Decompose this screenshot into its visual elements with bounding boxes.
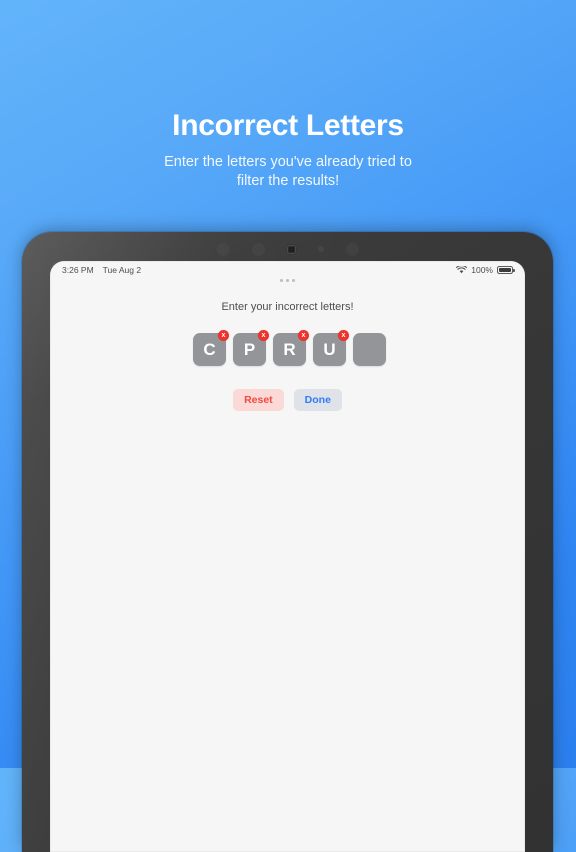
sensor-dot-icon	[252, 243, 265, 256]
hero-section: Incorrect Letters Enter the letters you'…	[0, 108, 576, 191]
sensor-dot-icon	[317, 246, 324, 252]
done-button[interactable]: Done	[293, 389, 342, 411]
multitask-handle[interactable]	[50, 279, 525, 283]
remove-letter-badge-icon[interactable]: x	[298, 330, 309, 341]
multitask-dot-icon	[292, 279, 296, 283]
page-subtitle-line-2: filter the results!	[236, 173, 340, 189]
remove-letter-badge-icon[interactable]: x	[218, 330, 229, 341]
battery-fill	[499, 267, 511, 272]
front-camera-icon	[286, 244, 296, 254]
status-bar-right: 100%	[456, 264, 515, 275]
letter-tiles-row: C x P x R x U x	[50, 330, 525, 366]
page-subtitle: Enter the letters you've already tried t…	[0, 153, 576, 191]
app-content: Enter your incorrect letters! C x P x R …	[50, 278, 525, 411]
reset-button[interactable]: Reset	[233, 389, 284, 411]
letter-tile-wrapper	[353, 333, 386, 366]
remove-letter-badge-icon[interactable]: x	[338, 330, 349, 341]
status-bar: 3:26 PM Tue Aug 2 100%	[50, 261, 525, 278]
multitask-dot-icon	[279, 279, 283, 283]
sensor-dot-icon	[217, 243, 230, 256]
status-bar-time: 3:26 PM	[62, 264, 94, 275]
status-bar-date: Tue Aug 2	[102, 264, 142, 275]
remove-letter-badge-icon[interactable]: x	[258, 330, 269, 341]
letter-tile-wrapper: U x	[313, 330, 349, 366]
letter-tile-wrapper: C x	[193, 330, 229, 366]
action-buttons-row: Reset Done	[50, 389, 525, 411]
instruction-text: Enter your incorrect letters!	[221, 301, 354, 313]
wifi-icon	[456, 265, 468, 273]
page-title: Incorrect Letters	[172, 109, 404, 142]
page-subtitle-line-1: Enter the letters you've already tried t…	[164, 154, 412, 170]
status-bar-left: 3:26 PM Tue Aug 2	[62, 265, 141, 275]
letter-tile-wrapper: R x	[273, 330, 309, 366]
empty-letter-tile[interactable]	[353, 333, 386, 366]
tablet-device-frame: 3:26 PM Tue Aug 2 100% Enter your incorr…	[22, 232, 553, 852]
sensor-dot-icon	[346, 243, 359, 256]
tablet-screen: 3:26 PM Tue Aug 2 100% Enter your incorr…	[50, 261, 525, 852]
camera-sensor-cluster	[22, 240, 553, 258]
battery-full-icon	[497, 265, 515, 274]
battery-percent-label: 100%	[471, 264, 493, 275]
multitask-dot-icon	[285, 279, 290, 283]
letter-tile-wrapper: P x	[233, 330, 269, 366]
